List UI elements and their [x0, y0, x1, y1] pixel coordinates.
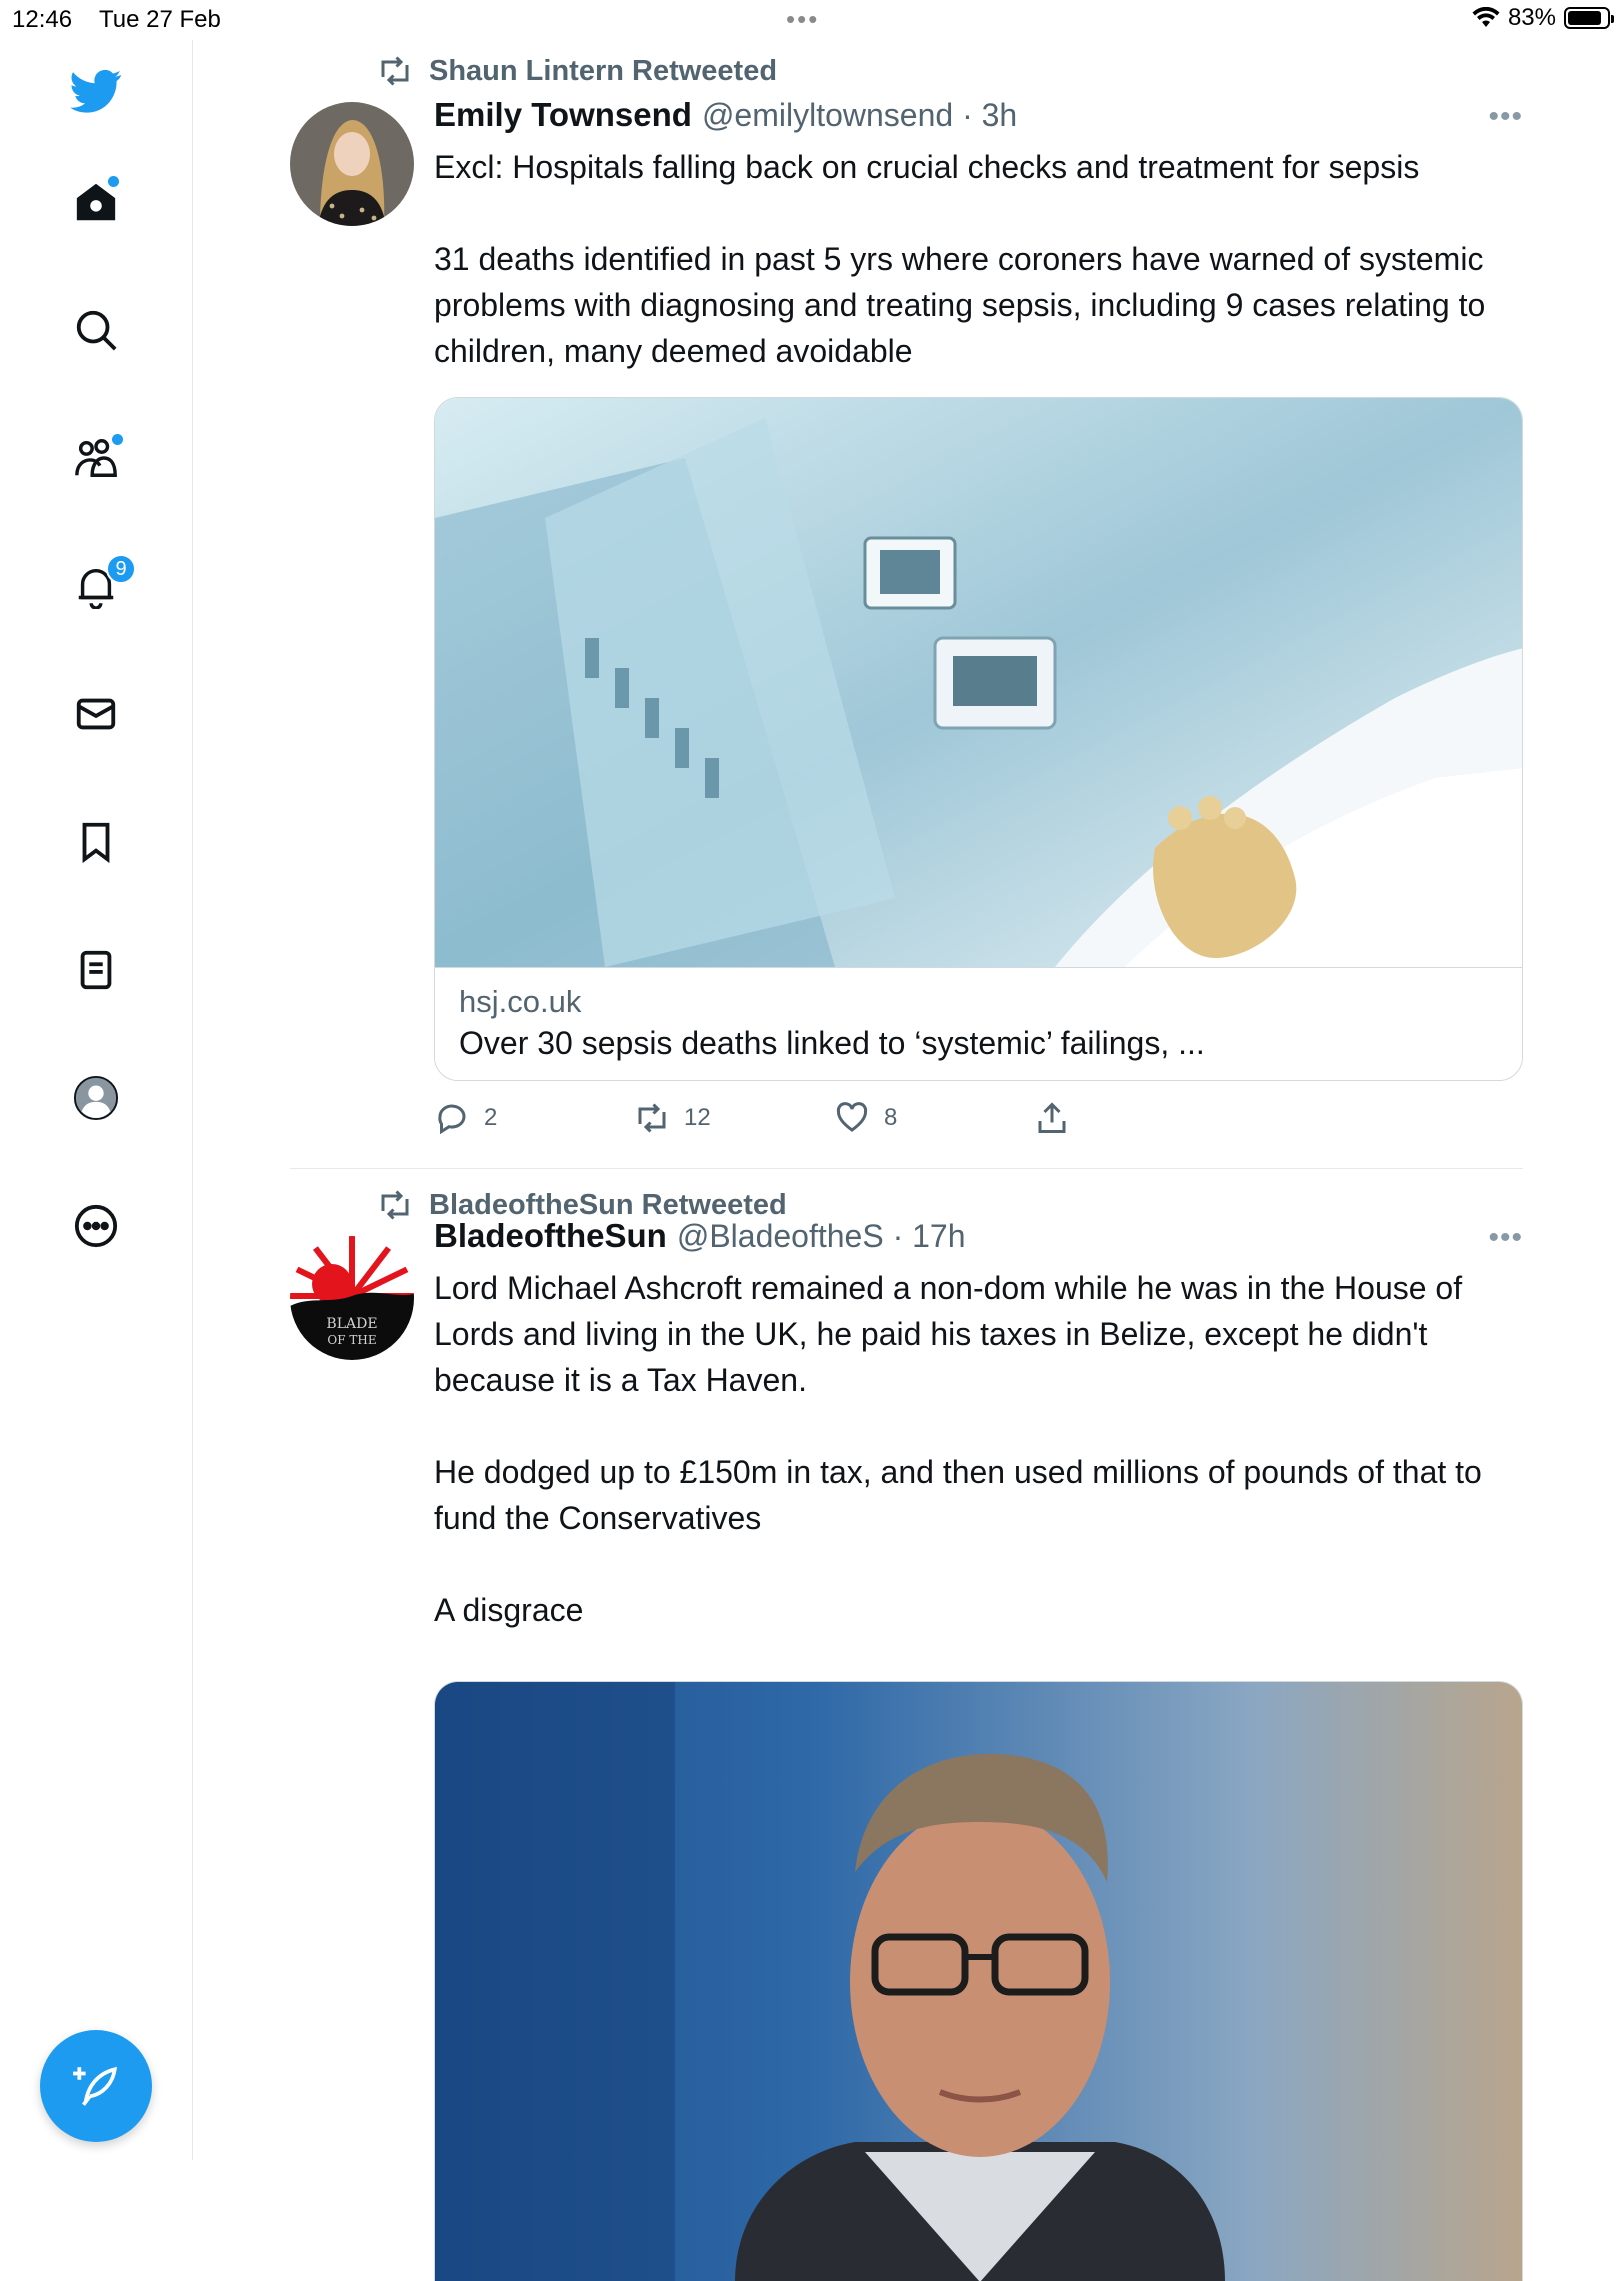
explore-search-icon[interactable] [66, 300, 126, 360]
notifications-bell-icon[interactable]: 9 [66, 554, 136, 616]
retweet-icon [381, 1190, 409, 1220]
author-handle-time[interactable]: @emilyltownsend · 3h [702, 97, 1017, 134]
notifications-badge: 9 [106, 554, 136, 584]
author-name[interactable]: BladeoftheSun [434, 1217, 667, 1255]
author-name[interactable]: Emily Townsend [434, 96, 692, 134]
heart-icon [836, 1102, 868, 1132]
compose-tweet-button[interactable] [40, 2030, 152, 2142]
retweet-button[interactable]: 12 [634, 1100, 711, 1136]
tweet-text: Excl: Hospitals falling back on crucial … [434, 149, 1486, 369]
tweet-media[interactable] [434, 1681, 1523, 2281]
tweet-more-icon[interactable]: ••• [1483, 100, 1523, 134]
status-date: Tue 27 Feb [99, 6, 221, 33]
more-options-icon[interactable] [66, 1196, 126, 1256]
like-button[interactable]: 8 [834, 1100, 897, 1136]
communities-icon[interactable] [66, 428, 126, 488]
svg-text:OF THE: OF THE [327, 1333, 376, 1347]
avatar[interactable]: BLADE OF THE [290, 1236, 414, 1360]
sidebar: 9 [0, 40, 193, 2160]
retweet-icon [381, 56, 409, 86]
battery-icon [1564, 7, 1614, 29]
avatar-logo-text: BLADE [326, 1316, 377, 1332]
card-domain: hsj.co.uk [459, 984, 582, 1019]
reply-button[interactable]: 2 [434, 1100, 497, 1136]
card-title: Over 30 sepsis deaths linked to ‘systemi… [459, 1025, 1205, 1061]
avatar[interactable] [290, 102, 414, 226]
tweet-header: BladeoftheSun @BladeoftheS · 17h [434, 1217, 966, 1261]
home-unread-dot [108, 176, 119, 187]
retweet-count: 12 [684, 1104, 711, 1131]
like-count: 8 [884, 1104, 898, 1131]
home-icon[interactable] [66, 172, 126, 232]
share-button[interactable] [1034, 1100, 1070, 1136]
retweet-context[interactable]: Shaun Lintern Retweeted [375, 53, 777, 89]
bookmarks-icon[interactable] [66, 812, 126, 872]
tweet-divider [290, 1168, 1523, 1169]
link-card[interactable]: hsj.co.uk Over 30 sepsis deaths linked t… [434, 397, 1523, 1081]
messages-envelope-icon[interactable] [66, 684, 126, 744]
media-image [435, 1682, 1522, 2281]
share-icon [1038, 1102, 1066, 1133]
profile-avatar-icon[interactable] [66, 1068, 126, 1128]
retweet-action-icon [638, 1103, 666, 1133]
card-footer: hsj.co.uk Over 30 sepsis deaths linked t… [435, 967, 1522, 1080]
reply-icon [438, 1104, 466, 1135]
retweeted-by-label: Shaun Lintern Retweeted [429, 54, 778, 87]
timeline-feed[interactable]: Shaun Lintern Retweeted Emily Townsend @… [193, 40, 1620, 2281]
lists-icon[interactable] [66, 940, 126, 1000]
author-handle-time[interactable]: @BladeoftheS · 17h [677, 1218, 966, 1255]
communities-unread-dot [112, 434, 123, 445]
status-right: 83% [1472, 4, 1614, 32]
tweet-header: Emily Townsend @emilyltownsend · 3h [434, 96, 1017, 140]
tweet-text: Lord Michael Ashcroft remained a non-dom… [434, 1270, 1482, 1628]
compose-feather-icon [73, 2066, 118, 2106]
card-image [435, 398, 1522, 967]
wifi-icon [1472, 7, 1500, 27]
reply-count: 2 [484, 1104, 498, 1131]
multitasking-dots-icon[interactable]: ••• [786, 4, 819, 35]
battery-percent: 83% [1507, 4, 1556, 31]
status-bar: 12:46 Tue 27 Feb ••• 83% [0, 0, 1620, 40]
tweet-more-icon[interactable]: ••• [1483, 1221, 1523, 1255]
twitter-logo-icon[interactable] [66, 61, 126, 121]
status-time: 12:46 [12, 6, 73, 33]
tweet-actions: 2 12 8 [434, 1098, 1523, 1138]
